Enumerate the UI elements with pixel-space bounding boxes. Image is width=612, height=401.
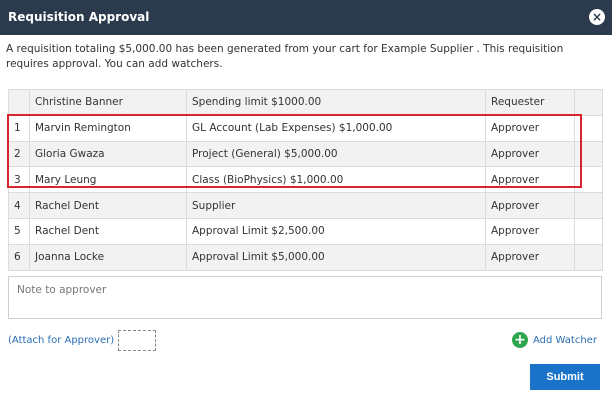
add-watcher-button[interactable]: + Add Watcher [512,332,597,348]
dialog-title: Requisition Approval [8,10,150,24]
row-number: 6 [8,243,30,271]
table-row: 4 Rachel Dent Supplier Approver [8,192,603,219]
row-name: Gloria Gwaza [29,140,187,168]
add-watcher-label: Add Watcher [533,334,597,346]
row-name: Rachel Dent [29,192,187,219]
approval-table: Christine Banner Spending limit $1000.00… [8,89,603,271]
row-role: Approver [485,243,575,271]
table-row: 2 Gloria Gwaza Project (General) $5,000.… [8,140,603,168]
row-role: Requester [485,89,575,116]
row-extra [574,140,603,168]
attach-for-approver-link[interactable]: (Attach for Approver) [8,335,114,346]
row-role: Approver [485,166,575,194]
row-name: Rachel Dent [29,217,187,245]
row-extra [574,114,603,142]
row-name: Christine Banner [29,89,187,116]
table-row: 5 Rachel Dent Approval Limit $2,500.00 A… [8,217,603,245]
row-extra [574,243,603,271]
row-rule: Class (BioPhysics) $1,000.00 [186,166,486,194]
row-rule: Approval Limit $2,500.00 [186,217,486,245]
row-rule: Project (General) $5,000.00 [186,140,486,168]
attachment-drop-zone[interactable] [118,330,156,351]
row-role: Approver [485,114,575,142]
table-row: 3 Mary Leung Class (BioPhysics) $1,000.0… [8,166,603,194]
row-rule: GL Account (Lab Expenses) $1,000.00 [186,114,486,142]
row-name: Mary Leung [29,166,187,194]
row-number: 2 [8,140,30,168]
table-row: Christine Banner Spending limit $1000.00… [8,89,603,116]
row-extra [574,89,603,116]
table-row: 1 Marvin Remington GL Account (Lab Expen… [8,114,603,142]
row-number: 1 [8,114,30,142]
row-number: 5 [8,217,30,245]
row-rule: Spending limit $1000.00 [186,89,486,116]
note-to-approver-field[interactable]: Note to approver [8,276,602,319]
row-role: Approver [485,192,575,219]
row-number [8,89,30,116]
close-icon[interactable]: × [589,9,605,25]
table-row: 6 Joanna Locke Approval Limit $5,000.00 … [8,243,603,271]
row-name: Marvin Remington [29,114,187,142]
row-extra [574,217,603,245]
row-rule: Supplier [186,192,486,219]
row-rule: Approval Limit $5,000.00 [186,243,486,271]
intro-text: A requisition totaling $5,000.00 has bee… [6,43,564,70]
dialog-titlebar: Requisition Approval × [0,0,612,35]
row-number: 3 [8,166,30,194]
submit-button[interactable]: Submit [530,364,600,390]
row-extra [574,192,603,219]
plus-circle-icon: + [512,332,528,348]
row-role: Approver [485,140,575,168]
row-number: 4 [8,192,30,219]
row-extra [574,166,603,194]
row-name: Joanna Locke [29,243,187,271]
row-role: Approver [485,217,575,245]
